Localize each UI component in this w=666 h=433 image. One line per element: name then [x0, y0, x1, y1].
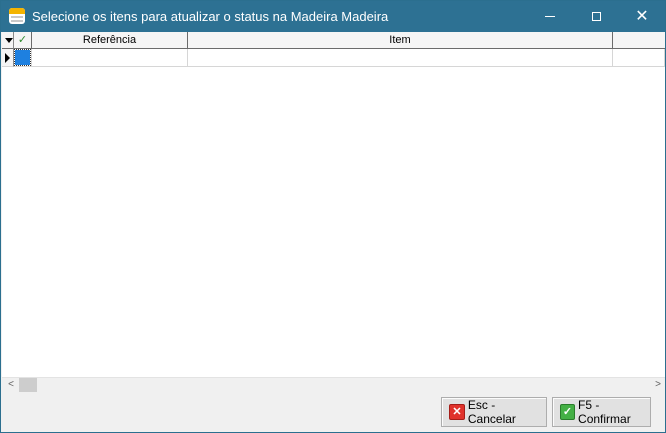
confirm-button[interactable]: ✓ F5 - Confirmar	[552, 397, 651, 427]
minimize-icon	[545, 16, 555, 17]
dialog-window: Selecione os itens para atualizar o stat…	[0, 0, 666, 433]
column-header-filler	[613, 32, 665, 49]
select-all-header[interactable]: ✓	[14, 32, 32, 49]
cell-filler	[613, 49, 665, 67]
window-title: Selecione os itens para atualizar o stat…	[32, 9, 389, 24]
confirm-check-icon: ✓	[560, 404, 576, 420]
column-header-referencia[interactable]: Referência	[32, 32, 188, 49]
close-icon: ✕	[635, 7, 649, 25]
cancel-button-label: Esc - Cancelar	[467, 398, 516, 426]
row-checkbox-cell[interactable]	[14, 49, 32, 67]
items-grid[interactable]: ✓ Referência Item	[2, 32, 665, 377]
cancel-button[interactable]: ✕ Esc - Cancelar	[441, 397, 547, 427]
title-bar[interactable]: Selecione os itens para atualizar o stat…	[1, 1, 665, 32]
check-icon: ✓	[17, 34, 28, 46]
cancel-icon: ✕	[449, 404, 465, 420]
cell-referencia[interactable]	[32, 49, 188, 67]
app-icon	[9, 8, 25, 24]
confirm-button-label: F5 - Confirmar	[578, 398, 631, 426]
column-header-item[interactable]: Item	[188, 32, 613, 49]
current-row-arrow-icon	[5, 53, 10, 63]
button-bar: ✕ Esc - Cancelar ✓ F5 - Confirmar	[2, 392, 665, 432]
row-indicator[interactable]	[2, 49, 14, 67]
maximize-button[interactable]	[573, 1, 619, 32]
row-indicator-header[interactable]	[2, 32, 14, 49]
dropdown-arrow-icon	[5, 38, 13, 43]
scroll-left-icon[interactable]: <	[4, 378, 18, 392]
maximize-icon	[591, 12, 601, 21]
selected-cell[interactable]	[14, 49, 31, 66]
scroll-thumb[interactable]	[19, 378, 37, 392]
cell-item[interactable]	[188, 49, 613, 67]
horizontal-scrollbar[interactable]: < >	[2, 377, 665, 392]
scroll-right-icon[interactable]: >	[651, 378, 665, 392]
close-button[interactable]: ✕	[619, 1, 665, 32]
minimize-button[interactable]	[527, 1, 573, 32]
